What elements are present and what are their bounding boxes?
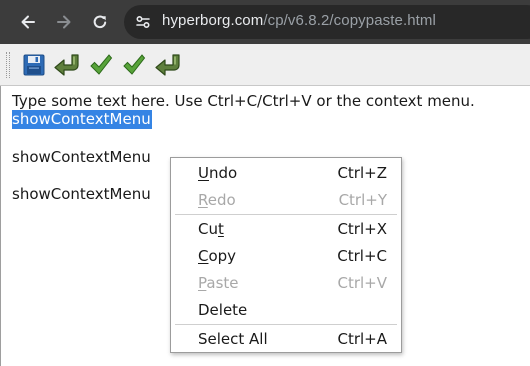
forward-button[interactable] <box>51 9 77 35</box>
menu-item-undo[interactable]: Undo Ctrl+Z <box>171 160 401 186</box>
editor-toolbar <box>0 44 530 86</box>
editor-line: showContextMenu <box>12 185 151 203</box>
menu-item-copy[interactable]: Copy Ctrl+C <box>171 243 401 269</box>
menu-separator <box>175 324 397 325</box>
menu-item-label: Cut <box>198 220 224 238</box>
address-bar[interactable]: hyperborg.com/cp/v6.8.2/copypaste.html <box>124 5 530 39</box>
menu-item-shortcut: Ctrl+X <box>337 220 387 238</box>
url-text[interactable]: hyperborg.com/cp/v6.8.2/copypaste.html <box>162 12 436 29</box>
browser-toolbar: hyperborg.com/cp/v6.8.2/copypaste.html <box>0 0 530 44</box>
menu-item-label: Paste <box>198 274 239 292</box>
menu-item-select-all[interactable]: Select All Ctrl+A <box>171 326 401 352</box>
menu-item-shortcut: Ctrl+V <box>337 274 387 292</box>
menu-item-label: Select All <box>198 330 268 348</box>
menu-item-shortcut: Ctrl+Y <box>338 191 387 209</box>
url-host: hyperborg.com <box>162 12 264 29</box>
editor-line: showContextMenu <box>12 148 151 166</box>
back-button[interactable] <box>15 9 41 35</box>
back-arrow-icon <box>21 15 35 29</box>
menu-item-label: Copy <box>198 247 237 265</box>
save-icon <box>23 54 45 76</box>
check-icon <box>90 54 113 75</box>
selected-text[interactable]: showContextMenu <box>12 110 152 129</box>
menu-item-delete[interactable]: Delete <box>171 297 401 323</box>
check-button[interactable] <box>87 51 115 79</box>
menu-item-shortcut: Ctrl+Z <box>337 164 387 182</box>
url-path: /cp/v6.8.2/copypaste.html <box>263 12 436 29</box>
toolbar-grip[interactable] <box>6 52 10 78</box>
check-button[interactable] <box>120 51 148 79</box>
menu-item-label: Undo <box>198 164 238 182</box>
site-info-icon[interactable] <box>134 13 152 31</box>
context-menu: Undo Ctrl+Z Redo Ctrl+Y Cut Ctrl+X Copy … <box>170 157 402 353</box>
check-icon <box>123 54 146 75</box>
redo-button[interactable] <box>154 51 182 79</box>
undo-arrow-icon <box>54 54 79 76</box>
reload-icon <box>93 15 107 29</box>
redo-arrow-icon <box>155 54 180 76</box>
menu-item-shortcut: Ctrl+C <box>337 247 387 265</box>
undo-button[interactable] <box>53 51 81 79</box>
menu-item-shortcut: Ctrl+A <box>337 330 387 348</box>
menu-item-redo[interactable]: Redo Ctrl+Y <box>171 187 401 213</box>
editor-line: showContextMenu <box>12 110 152 129</box>
menu-item-label: Delete <box>198 301 248 319</box>
reload-button[interactable] <box>87 9 113 35</box>
menu-item-cut[interactable]: Cut Ctrl+X <box>171 216 401 242</box>
save-button[interactable] <box>20 51 48 79</box>
menu-item-label: Redo <box>198 191 236 209</box>
editor-line: Type some text here. Use Ctrl+C/Ctrl+V o… <box>12 92 475 110</box>
menu-item-paste[interactable]: Paste Ctrl+V <box>171 270 401 296</box>
menu-separator <box>175 214 397 215</box>
forward-arrow-icon <box>57 15 71 29</box>
